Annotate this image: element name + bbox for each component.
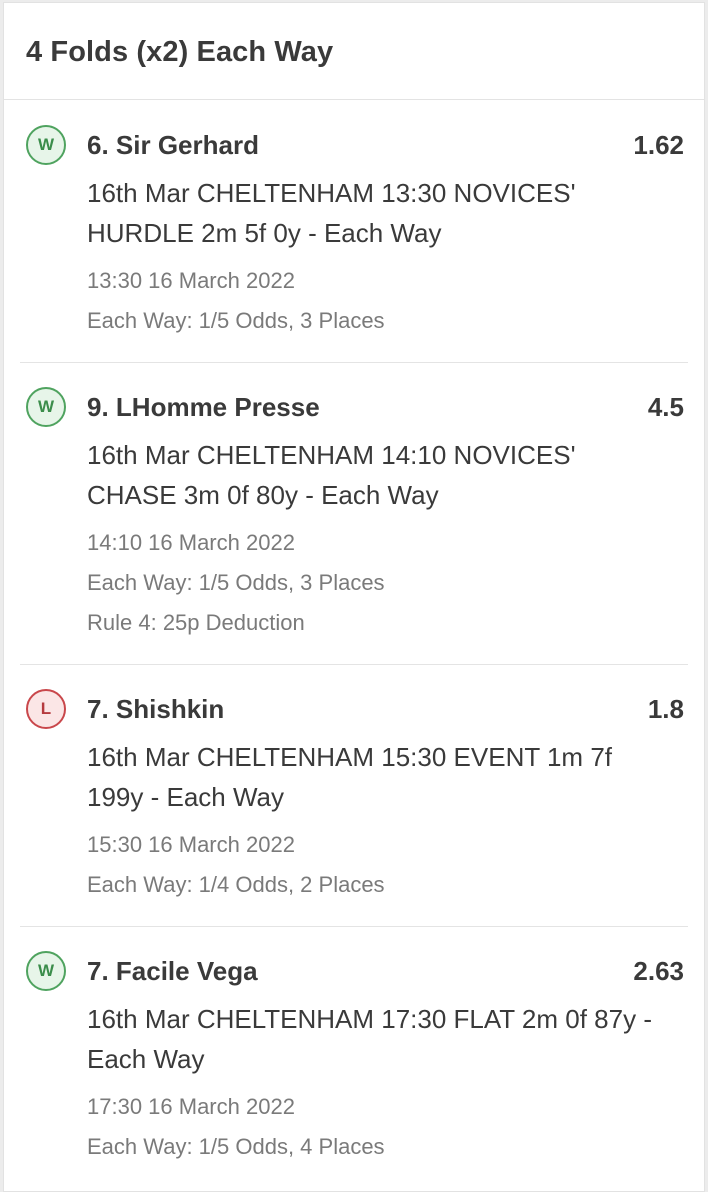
selection-item: W 7. Facile Vega 2.63 16th Mar CHELTENHA… — [20, 951, 688, 1189]
result-badge-win: W — [26, 387, 66, 427]
rule4-deduction: Rule 4: 25p Deduction — [87, 610, 305, 635]
bet-title: 4 Folds (x2) Each Way — [26, 35, 334, 68]
description-line: 199y - Each Way — [87, 782, 285, 812]
selection-odds: 1.62 — [633, 130, 684, 160]
bet-card: 4 Folds (x2) Each Way W 6. Sir Gerhard 1… — [3, 2, 705, 1192]
selection-name: 7. Shishkin — [87, 694, 225, 724]
selection-time: 15:30 16 March 2022 — [87, 832, 295, 857]
selection-description: 16th Mar CHELTENHAM 15:30 EVENT 1m 7f 19… — [87, 737, 687, 817]
description-line: 16th Mar CHELTENHAM 15:30 EVENT 1m 7f — [87, 742, 613, 772]
description-line: 16th Mar CHELTENHAM 13:30 NOVICES' — [87, 178, 576, 208]
bet-header: 4 Folds (x2) Each Way — [4, 3, 704, 100]
result-badge-win: W — [26, 951, 66, 991]
selection-time: 17:30 16 March 2022 — [87, 1094, 295, 1119]
description-line: Each Way — [87, 1044, 205, 1074]
each-way-terms: Each Way: 1/5 Odds, 4 Places — [87, 1134, 385, 1159]
selection-item: L 7. Shishkin 1.8 16th Mar CHELTENHAM 15… — [20, 689, 688, 927]
description-line: CHASE 3m 0f 80y - Each Way — [87, 480, 439, 510]
description-line: HURDLE 2m 5f 0y - Each Way — [87, 218, 442, 248]
description-line: 16th Mar CHELTENHAM 17:30 FLAT 2m 0f 87y… — [87, 1004, 652, 1034]
selection-name: 9. LHomme Presse — [87, 392, 320, 422]
selection-description: 16th Mar CHELTENHAM 13:30 NOVICES' HURDL… — [87, 173, 687, 253]
selection-item: W 6. Sir Gerhard 1.62 16th Mar CHELTENHA… — [20, 125, 688, 363]
result-badge-loss: L — [26, 689, 66, 729]
selection-time: 13:30 16 March 2022 — [87, 268, 295, 293]
each-way-terms: Each Way: 1/4 Odds, 2 Places — [87, 872, 385, 897]
selection-name: 7. Facile Vega — [87, 956, 258, 986]
description-line: 16th Mar CHELTENHAM 14:10 NOVICES' — [87, 440, 576, 470]
selection-item: W 9. LHomme Presse 4.5 16th Mar CHELTENH… — [20, 387, 688, 665]
selection-odds: 4.5 — [647, 392, 684, 422]
each-way-terms: Each Way: 1/5 Odds, 3 Places — [87, 308, 385, 333]
selection-odds: 2.63 — [633, 956, 684, 986]
selection-time: 14:10 16 March 2022 — [87, 530, 295, 555]
result-badge-win: W — [26, 125, 66, 165]
each-way-terms: Each Way: 1/5 Odds, 3 Places — [87, 570, 385, 595]
selection-odds: 1.8 — [647, 694, 684, 724]
selection-description: 16th Mar CHELTENHAM 14:10 NOVICES' CHASE… — [87, 435, 687, 515]
selection-name: 6. Sir Gerhard — [87, 130, 259, 160]
selection-description: 16th Mar CHELTENHAM 17:30 FLAT 2m 0f 87y… — [87, 999, 687, 1079]
